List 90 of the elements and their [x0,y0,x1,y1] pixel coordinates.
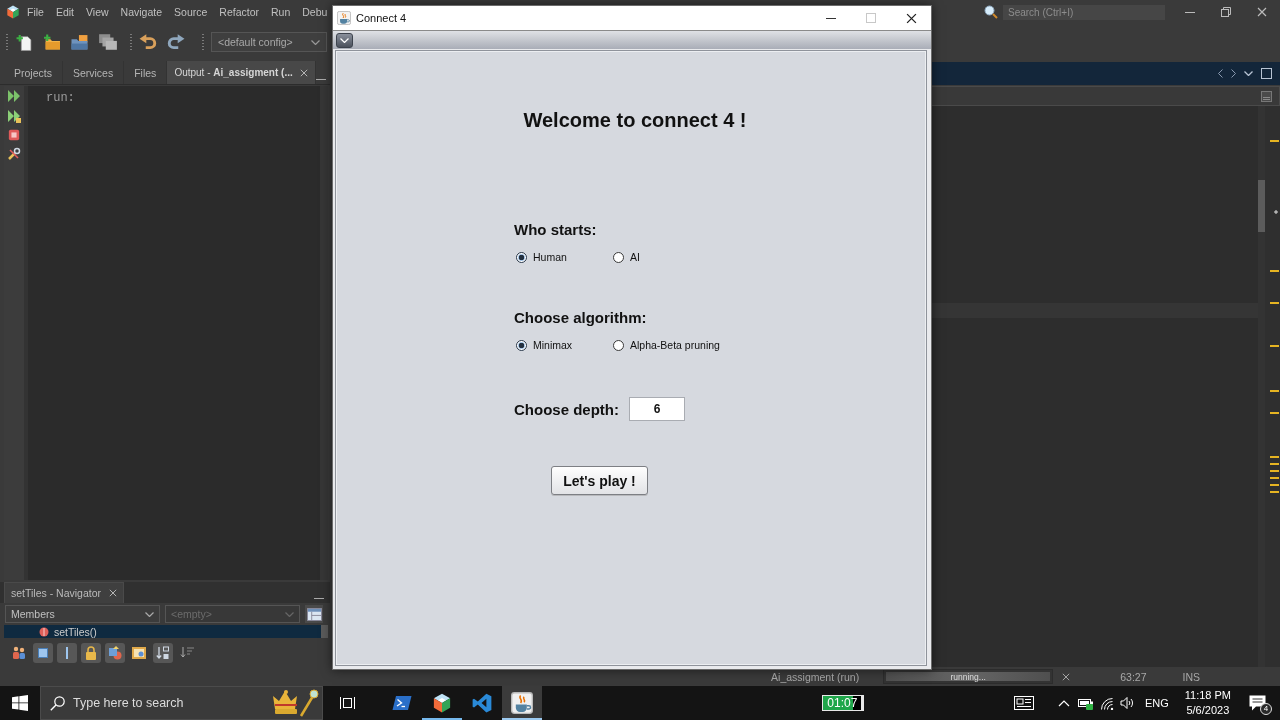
code-editor-icon[interactable] [472,693,492,713]
radio-button[interactable] [516,339,527,351]
caret-icon [145,611,154,617]
group-label: Who starts: [514,220,597,240]
minimize-icon[interactable] [1185,11,1195,13]
depth-field[interactable]: 6 [629,397,685,421]
menu-item[interactable]: File [21,0,50,24]
speaker-icon[interactable] [1119,696,1134,710]
search-field[interactable]: Type here to search [40,686,323,720]
java-cup-icon[interactable] [511,692,533,714]
menu-item[interactable]: Run [265,0,297,24]
member-item[interactable]: setTiles() [4,625,321,638]
scrollbar-thumb[interactable] [321,625,328,638]
filter-dropdown[interactable]: Members [5,605,160,623]
stop-icon[interactable] [8,129,20,141]
option-label: Alpha-Beta pruning [630,339,720,351]
progress-text: running... [950,671,986,682]
chevron-up-icon[interactable] [1057,699,1070,707]
option-label: Minimax [533,339,573,351]
caret-icon [285,611,294,617]
config-dropdown[interactable]: <default config> [211,32,327,52]
redo-icon[interactable] [167,33,185,51]
menu-item[interactable]: Edit [49,0,80,24]
welcome-heading: Welcome to connect 4 ! [522,108,748,132]
open-folder-icon[interactable] [70,33,90,51]
new-folder-icon[interactable] [43,33,61,51]
menu-button[interactable] [336,32,353,48]
radio-button[interactable] [516,251,527,263]
panel-title: setTiles - Navigator [11,587,102,599]
search-field[interactable]: Search (Ctrl+I) [1003,4,1165,20]
minimize-icon[interactable] [826,17,836,19]
stacked-windows-icon[interactable] [98,33,118,51]
menu-item[interactable]: Source [168,0,214,24]
windows-logo-icon[interactable] [12,695,28,711]
menu-item[interactable]: Refactor [213,0,265,24]
console-line: run: [46,91,76,105]
wifi-icon[interactable] [1099,696,1114,710]
menu-item[interactable]: Navigate [114,0,169,24]
caret-icon [311,39,320,45]
toggle-button[interactable] [57,643,77,663]
panel-tab[interactable]: Output - Ai_assigment (... [167,61,316,84]
panel-icon[interactable] [1261,90,1272,102]
group-label: Choose algorithm: [514,308,647,328]
java-cup-icon[interactable] [337,11,351,25]
task-view-icon[interactable] [339,696,355,710]
radio-button[interactable] [613,251,624,263]
chevron-right-icon[interactable] [1231,69,1236,78]
notification-icon[interactable] [1249,695,1266,711]
clock-time[interactable]: 11:18 PM [1184,688,1231,703]
crown-scepter-icon [271,688,319,718]
fast-forward-icon[interactable] [7,89,21,103]
depth-label: Choose depth: [514,400,619,418]
undo-icon[interactable] [139,33,157,51]
menu-item[interactable]: Debu [296,0,334,24]
insert-mode: INS [1182,670,1200,683]
layout-icon[interactable] [306,607,322,621]
battery-icon[interactable] [1077,696,1094,710]
search-icon [984,5,998,19]
chevron-down-icon[interactable] [1244,71,1253,76]
chevron-left-icon[interactable] [1218,69,1223,78]
new-file-icon[interactable] [15,33,33,51]
menu-item[interactable]: View [80,0,115,24]
fast-forward-icon[interactable] [7,109,21,123]
app-logo-icon[interactable] [6,5,20,19]
panel-tab[interactable]: Projects [4,61,63,84]
panel-tab[interactable]: Services [62,61,125,84]
radio-button[interactable] [613,339,624,351]
option-label: AI [630,251,640,263]
taskbar-app[interactable] [502,686,542,720]
option-label: Human [533,251,567,263]
method-icon [39,626,49,637]
language-indicator[interactable]: ENG [1136,686,1177,720]
toggle-button[interactable] [33,643,53,663]
close-icon[interactable] [905,12,917,24]
clock-date[interactable]: 5/6/2023 [1186,703,1230,718]
search-icon [50,696,65,711]
tools-icon[interactable] [7,147,21,161]
restore-icon[interactable] [1221,7,1231,17]
caret-position: 63:27 [1120,670,1147,683]
close-icon[interactable] [1257,7,1267,17]
terminal-icon[interactable] [392,695,412,711]
news-icon[interactable] [1013,696,1034,710]
window-title: Connect 4 [356,12,407,24]
notification-count: 4 [1260,703,1272,715]
cube-icon[interactable] [432,693,452,713]
caret-icon [340,37,349,43]
task-label: Ai_assigment (run) [771,670,860,683]
maximize-icon[interactable] [1261,68,1272,79]
scrollbar-thumb[interactable] [1258,180,1265,232]
play-button[interactable]: Let's play ! [551,466,648,495]
